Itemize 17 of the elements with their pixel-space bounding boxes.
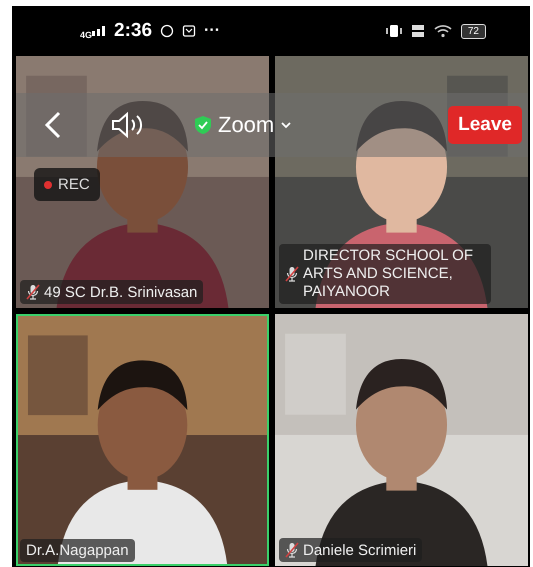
more-notifications: ··· — [204, 22, 220, 40]
participant-name: 49 SC Dr.B. Srinivasan — [44, 284, 198, 300]
participant-name: DIRECTOR SCHOOL OF ARTS AND SCIENCE, PAIYANOOR — [303, 247, 474, 301]
network-type: 4G — [80, 30, 92, 40]
participant-name: Dr.A.Nagappan — [26, 542, 129, 559]
participant-name: Daniele Scrimieri — [303, 542, 416, 558]
clock-time: 2:36 — [114, 20, 152, 42]
wifi-icon — [432, 24, 453, 38]
recording-label: REC — [58, 176, 90, 193]
leave-button[interactable]: Leave — [448, 106, 522, 144]
mail-icon — [182, 24, 196, 38]
signal-icon — [92, 26, 106, 36]
record-dot-icon — [44, 180, 52, 188]
chevron-down-icon — [280, 121, 292, 129]
meeting-title-menu[interactable]: Zoom — [192, 110, 294, 140]
battery-level: 72 — [460, 24, 486, 38]
vibrate-icon — [384, 24, 403, 38]
